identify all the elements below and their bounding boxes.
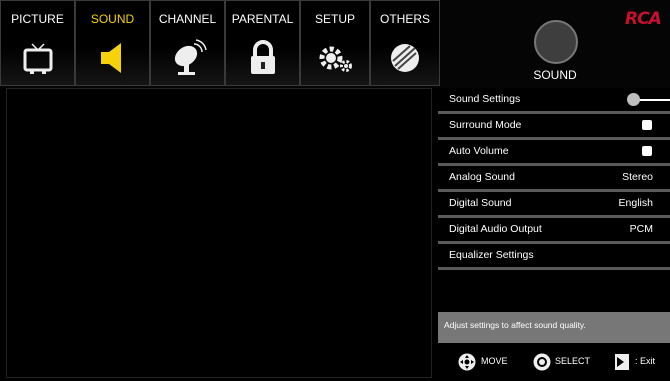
tab-picture[interactable]: PICTURE <box>0 0 75 86</box>
tab-label: PARENTAL <box>231 12 294 26</box>
select-hint: SELECT <box>555 356 591 366</box>
slider-knob[interactable] <box>627 93 640 106</box>
tv-icon <box>23 43 52 74</box>
sound-hero-icon <box>534 20 578 64</box>
menu-item-value: Stereo <box>622 171 653 183</box>
tab-others[interactable]: OTHERS <box>370 0 440 86</box>
menu-item-label: Equalizer Settings <box>449 249 534 261</box>
speaker-icon <box>100 43 121 73</box>
video-preview <box>6 88 432 378</box>
help-bar: Adjust settings to affect sound quality. <box>438 312 670 343</box>
satellite-dish-icon <box>174 39 207 75</box>
menu-item-label: Digital Sound <box>449 197 512 209</box>
select-icon <box>533 353 551 371</box>
menu-item-value: English <box>618 197 653 209</box>
menu-item-value: PCM <box>629 223 653 235</box>
main-menu-bar: PICTURE SOUND CHANNEL PARENTAL SETUP OTH… <box>0 0 670 88</box>
dpad-icon <box>458 353 476 371</box>
help-text: Adjust settings to affect sound quality. <box>444 320 586 330</box>
menu-item-auto-volume[interactable]: Auto Volume <box>438 140 670 166</box>
tab-sound[interactable]: SOUND <box>75 0 150 86</box>
tab-label: OTHERS <box>379 12 430 26</box>
menu-item-equalizer-settings[interactable]: Equalizer Settings <box>438 244 670 270</box>
tab-label: SETUP <box>314 12 355 26</box>
exit-hint: : Exit <box>635 356 656 366</box>
tab-channel[interactable]: CHANNEL <box>150 0 225 86</box>
menu-item-label: Digital Audio Output <box>449 223 542 235</box>
tab-parental[interactable]: PARENTAL <box>225 0 300 86</box>
gear-icon <box>319 46 352 72</box>
rca-logo: RCA <box>625 9 662 29</box>
move-hint: MOVE <box>481 356 508 366</box>
menu-item-surround-mode[interactable]: Surround Mode <box>438 114 670 140</box>
surround-mode-checkbox[interactable] <box>642 120 652 130</box>
menu-item-label: Auto Volume <box>449 145 509 157</box>
menu-item-digital-sound[interactable]: Digital Sound English <box>438 192 670 218</box>
menu-item-sound-settings[interactable]: Sound Settings <box>438 88 670 114</box>
menu-item-analog-sound[interactable]: Analog Sound Stereo <box>438 166 670 192</box>
exit-icon <box>615 354 629 370</box>
lock-icon <box>250 40 275 74</box>
tab-setup[interactable]: SETUP <box>300 0 370 86</box>
disc-icon <box>391 44 419 72</box>
tab-label: PICTURE <box>11 12 64 26</box>
footer-hints: MOVE SELECT : Exit <box>438 348 670 381</box>
tab-label: CHANNEL <box>158 12 217 26</box>
tab-label: SOUND <box>90 12 135 26</box>
page-title: SOUND <box>533 68 577 82</box>
menu-item-label: Sound Settings <box>449 93 521 105</box>
menu-item-label: Surround Mode <box>449 119 522 131</box>
menu-item-label: Analog Sound <box>449 171 515 183</box>
auto-volume-checkbox[interactable] <box>642 146 652 156</box>
menu-item-digital-audio-output[interactable]: Digital Audio Output PCM <box>438 218 670 244</box>
